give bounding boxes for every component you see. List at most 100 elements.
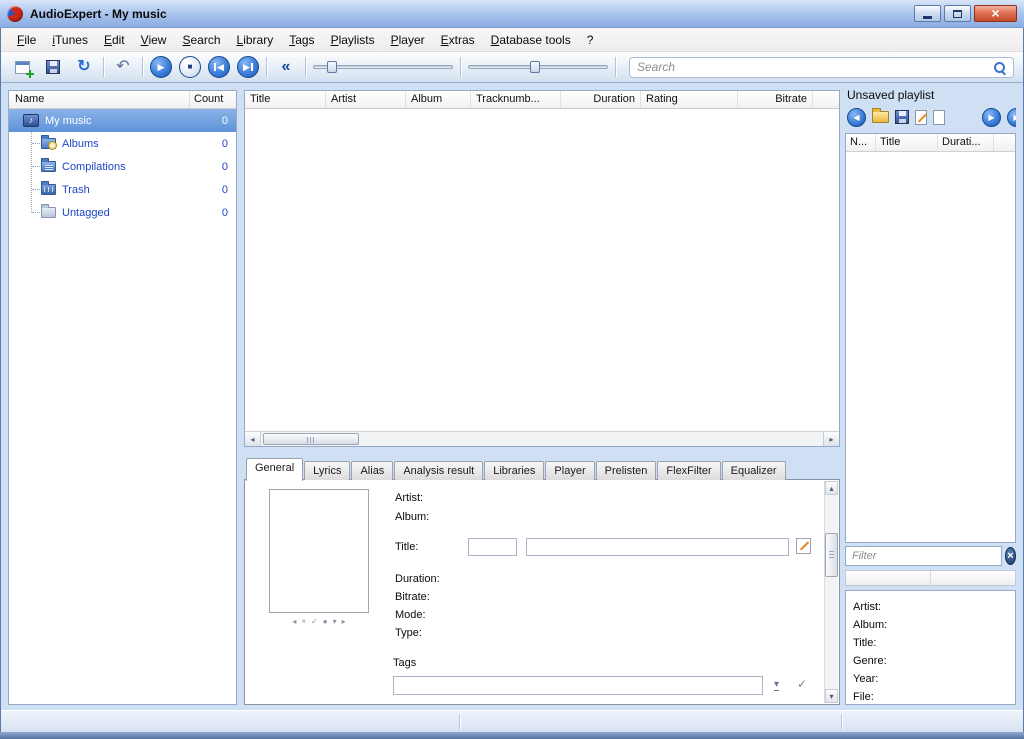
menu-itunes[interactable]: iTunes xyxy=(44,30,96,50)
filter-input[interactable] xyxy=(845,546,1002,566)
sidebar-item-my-music[interactable]: ♪ My music 0 xyxy=(9,109,236,132)
refresh-icon: ↻ xyxy=(77,59,90,75)
horizontal-scrollbar[interactable]: ◂ ▸ xyxy=(245,431,839,446)
tab-player[interactable]: Player xyxy=(545,461,594,480)
search-input[interactable] xyxy=(637,60,993,74)
column-header-duration[interactable]: Duration xyxy=(561,91,641,108)
maximize-button[interactable] xyxy=(944,5,971,22)
toolbar-separator xyxy=(305,57,306,77)
tab-libraries[interactable]: Libraries xyxy=(484,461,544,480)
track-table-header: Title Artist Album Tracknumb... Duration… xyxy=(245,91,839,109)
column-header-bitrate[interactable]: Bitrate xyxy=(738,91,813,108)
status-separator xyxy=(841,714,842,730)
menu-player[interactable]: Player xyxy=(383,30,433,50)
tab-analysis-result[interactable]: Analysis result xyxy=(394,461,483,480)
column-header-tracknumber[interactable]: Tracknumb... xyxy=(471,91,561,108)
info-file-label: File: xyxy=(853,688,1015,706)
refresh-button[interactable]: ↻ xyxy=(72,55,96,79)
save-playlist-icon[interactable] xyxy=(895,110,909,124)
art-prev-icon[interactable]: ◂ xyxy=(292,617,296,626)
column-header-rating[interactable]: Rating xyxy=(641,91,738,108)
vertical-scrollbar[interactable]: ▴ ▾ xyxy=(824,481,838,703)
albums-icon xyxy=(41,138,56,149)
next-icon: ▶ xyxy=(1013,113,1016,122)
volume-slider[interactable] xyxy=(313,58,453,76)
scroll-up-button[interactable]: ▴ xyxy=(825,481,838,495)
menu-extras[interactable]: Extras xyxy=(433,30,483,50)
sidebar-item-albums[interactable]: Albums 0 xyxy=(9,132,236,155)
vertical-scrollbar-thumb[interactable] xyxy=(825,533,838,577)
menu-edit[interactable]: Edit xyxy=(96,30,133,50)
collapse-icon: « xyxy=(282,59,291,75)
art-next-icon[interactable]: ▸ xyxy=(342,617,346,626)
tags-dropdown-icon[interactable]: ▾ xyxy=(774,679,779,691)
menu-file[interactable]: File xyxy=(9,30,44,50)
tab-lyrics[interactable]: Lyrics xyxy=(304,461,350,480)
import-button[interactable] xyxy=(10,55,34,79)
stop-button[interactable]: ■ xyxy=(179,56,201,78)
close-button[interactable]: × xyxy=(974,5,1017,22)
info-title-label: Title: xyxy=(853,634,1015,652)
column-header-artist[interactable]: Artist xyxy=(326,91,406,108)
sidebar-item-count: 0 xyxy=(222,161,236,173)
new-playlist-icon[interactable] xyxy=(933,110,945,125)
menu-view[interactable]: View xyxy=(133,30,175,50)
previous-track-button[interactable]: ◀ xyxy=(208,56,230,78)
volume-slider-thumb[interactable] xyxy=(327,61,337,73)
playlist-column-title[interactable]: Title xyxy=(876,134,938,151)
playlist-empty-area[interactable] xyxy=(846,152,1015,542)
edit-playlist-icon[interactable] xyxy=(915,110,927,125)
title-number-input[interactable] xyxy=(468,538,517,556)
sidebar-name-column-header[interactable]: Name xyxy=(9,91,190,108)
playlist-back-button[interactable]: ◀ xyxy=(847,108,866,127)
open-playlist-icon[interactable] xyxy=(872,111,889,123)
tags-apply-icon[interactable]: ✓ xyxy=(797,677,807,691)
scroll-right-button[interactable]: ▸ xyxy=(823,432,839,446)
playlist-play-button[interactable]: ▶ xyxy=(982,108,1001,127)
undo-button[interactable]: ↶ xyxy=(111,55,135,79)
seek-slider[interactable] xyxy=(468,58,608,76)
sidebar-item-untagged[interactable]: Untagged 0 xyxy=(9,201,236,224)
menu-tags[interactable]: Tags xyxy=(281,30,322,50)
tab-prelisten[interactable]: Prelisten xyxy=(596,461,657,480)
sidebar-item-compilations[interactable]: Compilations 0 xyxy=(9,155,236,178)
search-icon[interactable] xyxy=(993,61,1006,74)
art-dot-icon[interactable]: ● xyxy=(323,617,328,626)
next-track-button[interactable]: ▶ xyxy=(237,56,259,78)
sidebar-item-trash[interactable]: Trash 0 xyxy=(9,178,236,201)
menu-library[interactable]: Library xyxy=(229,30,282,50)
playlist-more-button[interactable]: ▶ xyxy=(1007,108,1016,127)
seek-slider-thumb[interactable] xyxy=(530,61,540,73)
playlist-column-number[interactable]: N... xyxy=(846,134,876,151)
tab-general[interactable]: General xyxy=(246,458,303,481)
menu-database-tools[interactable]: Database tools xyxy=(483,30,579,50)
clear-filter-button[interactable]: × xyxy=(1005,547,1016,565)
save-button[interactable] xyxy=(41,55,65,79)
column-header-title[interactable]: Title xyxy=(245,91,326,108)
tab-flexfilter[interactable]: FlexFilter xyxy=(657,461,720,480)
play-button[interactable]: ▶ xyxy=(150,56,172,78)
art-down-icon[interactable]: ▾ xyxy=(333,617,337,626)
menu-help[interactable]: ? xyxy=(579,30,602,50)
playlist-column-duration[interactable]: Durati... xyxy=(938,134,994,151)
horizontal-scrollbar-thumb[interactable] xyxy=(263,433,359,445)
library-sidebar: Name Count ♪ My music 0 Albums 0 Compila… xyxy=(8,90,237,705)
album-art-placeholder[interactable] xyxy=(269,489,369,613)
previous-icon: ◀ xyxy=(217,63,224,72)
tab-equalizer[interactable]: Equalizer xyxy=(722,461,786,480)
sidebar-count-column-header[interactable]: Count xyxy=(190,91,236,108)
column-header-album[interactable]: Album xyxy=(406,91,471,108)
title-input[interactable] xyxy=(526,538,789,556)
scroll-left-button[interactable]: ◂ xyxy=(245,432,261,446)
scroll-down-button[interactable]: ▾ xyxy=(825,689,838,703)
menu-playlists[interactable]: Playlists xyxy=(323,30,383,50)
collapse-panel-button[interactable]: « xyxy=(274,55,298,79)
track-list-empty-area[interactable] xyxy=(245,109,839,431)
art-apply-icon[interactable]: ✓ xyxy=(311,617,318,626)
minimize-button[interactable] xyxy=(914,5,941,22)
edit-title-icon[interactable] xyxy=(796,538,811,554)
tags-input[interactable] xyxy=(393,676,763,695)
menu-search[interactable]: Search xyxy=(174,30,228,50)
art-delete-icon[interactable]: × xyxy=(301,617,306,626)
tab-alias[interactable]: Alias xyxy=(351,461,393,480)
